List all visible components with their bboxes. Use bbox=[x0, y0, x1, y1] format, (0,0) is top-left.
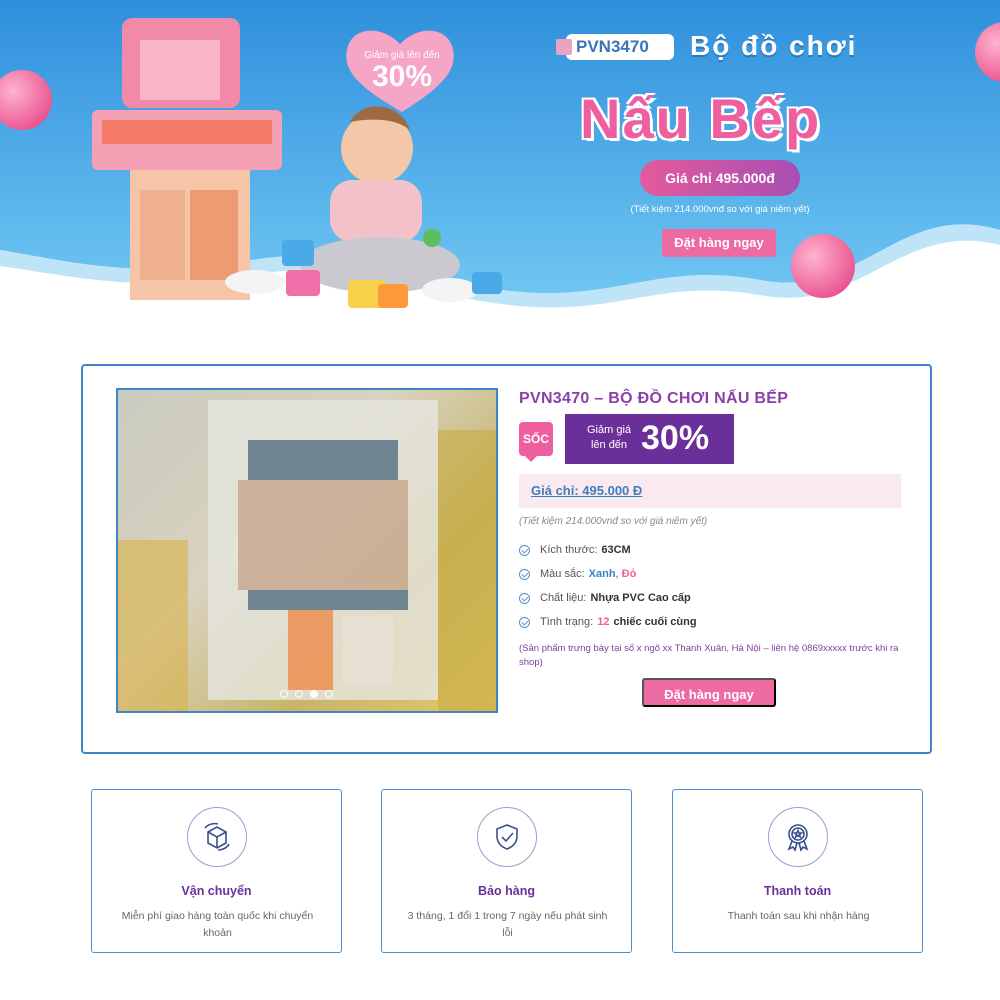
spec-label: Màu sắc: bbox=[540, 568, 585, 580]
hero-order-button[interactable]: Đặt hàng ngay bbox=[662, 229, 776, 257]
shield-check-icon bbox=[477, 807, 537, 867]
product-title: PVN3470 – BỘ ĐỒ CHƠI NẤU BẾP bbox=[519, 390, 789, 407]
spec-label: Chất liệu: bbox=[540, 592, 587, 604]
gallery-pagination bbox=[280, 690, 333, 698]
spec-color-red: Đỏ bbox=[621, 568, 637, 580]
spec-color: Màu sắc: Xanh, Đỏ bbox=[519, 562, 697, 586]
product-image-gallery[interactable] bbox=[116, 388, 498, 713]
gallery-dot[interactable] bbox=[295, 690, 303, 698]
spec-stock-count: 12 bbox=[597, 616, 610, 628]
spec-value: 63CM bbox=[601, 544, 631, 556]
product-savings-note: (Tiết kiệm 214.000vnđ so với giá niêm yế… bbox=[519, 516, 708, 527]
heart-discount-percent: 30% bbox=[371, 60, 433, 93]
product-image bbox=[118, 400, 496, 711]
discount-box: Giảm giá lên đến 30% bbox=[565, 414, 734, 464]
check-circle-icon bbox=[519, 592, 530, 604]
shipping-box-icon bbox=[187, 807, 247, 867]
hero-savings-note: (Tiết kiệm 214.000vnđ so với giá niêm yế… bbox=[630, 204, 810, 215]
gallery-dot[interactable] bbox=[325, 690, 333, 698]
hero-title-line1: Bộ đồ chơi bbox=[690, 30, 858, 61]
gallery-dot[interactable] bbox=[280, 690, 288, 698]
feature-card-shipping: Vận chuyển Miễn phí giao hàng toàn quốc … bbox=[91, 789, 342, 953]
discount-percent: 30% bbox=[641, 419, 710, 457]
feature-card-warranty: Bảo hàng 3 tháng, 1 đổi 1 trong 7 ngày n… bbox=[381, 789, 632, 953]
decor-ball bbox=[791, 234, 855, 298]
feature-desc: 3 tháng, 1 đổi 1 trong 7 ngày nếu phát s… bbox=[407, 910, 608, 939]
check-circle-icon bbox=[519, 568, 530, 580]
hero-price-pill: Giá chỉ 495.000đ bbox=[640, 160, 800, 196]
discount-label: Giảm giá lên đến bbox=[586, 424, 632, 451]
check-circle-icon bbox=[519, 616, 530, 628]
product-card: PVN3470 – BỘ ĐỒ CHƠI NẤU BẾP SỐC Giảm gi… bbox=[81, 364, 932, 754]
product-order-button[interactable]: Đặt hàng ngay bbox=[642, 678, 776, 707]
hero-banner: Giảm giá lên đến 30% PVN3470 Bộ đồ chơi … bbox=[0, 0, 1000, 330]
feature-desc: Thanh toán sau khi nhận hàng bbox=[727, 910, 870, 922]
spec-value: Nhựa PVC Cao cấp bbox=[590, 592, 691, 604]
spec-list: Kích thước: 63CM Màu sắc: Xanh, Đỏ Chất … bbox=[519, 538, 697, 634]
price-link[interactable]: Giá chỉ: 495.000 Đ bbox=[531, 483, 642, 498]
spec-status: Tình trạng: 12 chiếc cuối cùng bbox=[519, 610, 697, 634]
check-circle-icon bbox=[519, 544, 530, 556]
feature-card-payment: Thanh toán Thanh toán sau khi nhận hàng bbox=[672, 789, 923, 953]
showroom-note: (Sản phẩm trưng bày tại số x ngõ xx Than… bbox=[519, 643, 899, 668]
shock-badge: SỐC bbox=[519, 422, 553, 462]
feature-title: Thanh toán bbox=[763, 884, 832, 898]
feature-title: Vận chuyển bbox=[181, 884, 252, 898]
spec-value: chiếc cuối cùng bbox=[613, 616, 697, 628]
spec-label: Tình trạng: bbox=[540, 616, 594, 628]
award-badge-icon bbox=[768, 807, 828, 867]
price-row: Giá chỉ: 495.000 Đ bbox=[519, 474, 901, 508]
spec-size: Kích thước: 63CM bbox=[519, 538, 697, 562]
hero-title-line2: Nấu Bếp bbox=[580, 87, 822, 150]
gallery-dot-active[interactable] bbox=[310, 690, 318, 698]
hero-sku-tag: PVN3470 bbox=[556, 34, 674, 60]
spec-label: Kích thước: bbox=[540, 544, 598, 556]
feature-title: Bảo hàng bbox=[478, 884, 535, 898]
feature-desc: Miễn phí giao hàng toàn quốc khi chuyển … bbox=[121, 910, 314, 939]
spec-separator: , bbox=[615, 568, 619, 580]
spec-material: Chất liệu: Nhựa PVC Cao cấp bbox=[519, 586, 697, 610]
spec-color-blue: Xanh bbox=[588, 568, 616, 580]
